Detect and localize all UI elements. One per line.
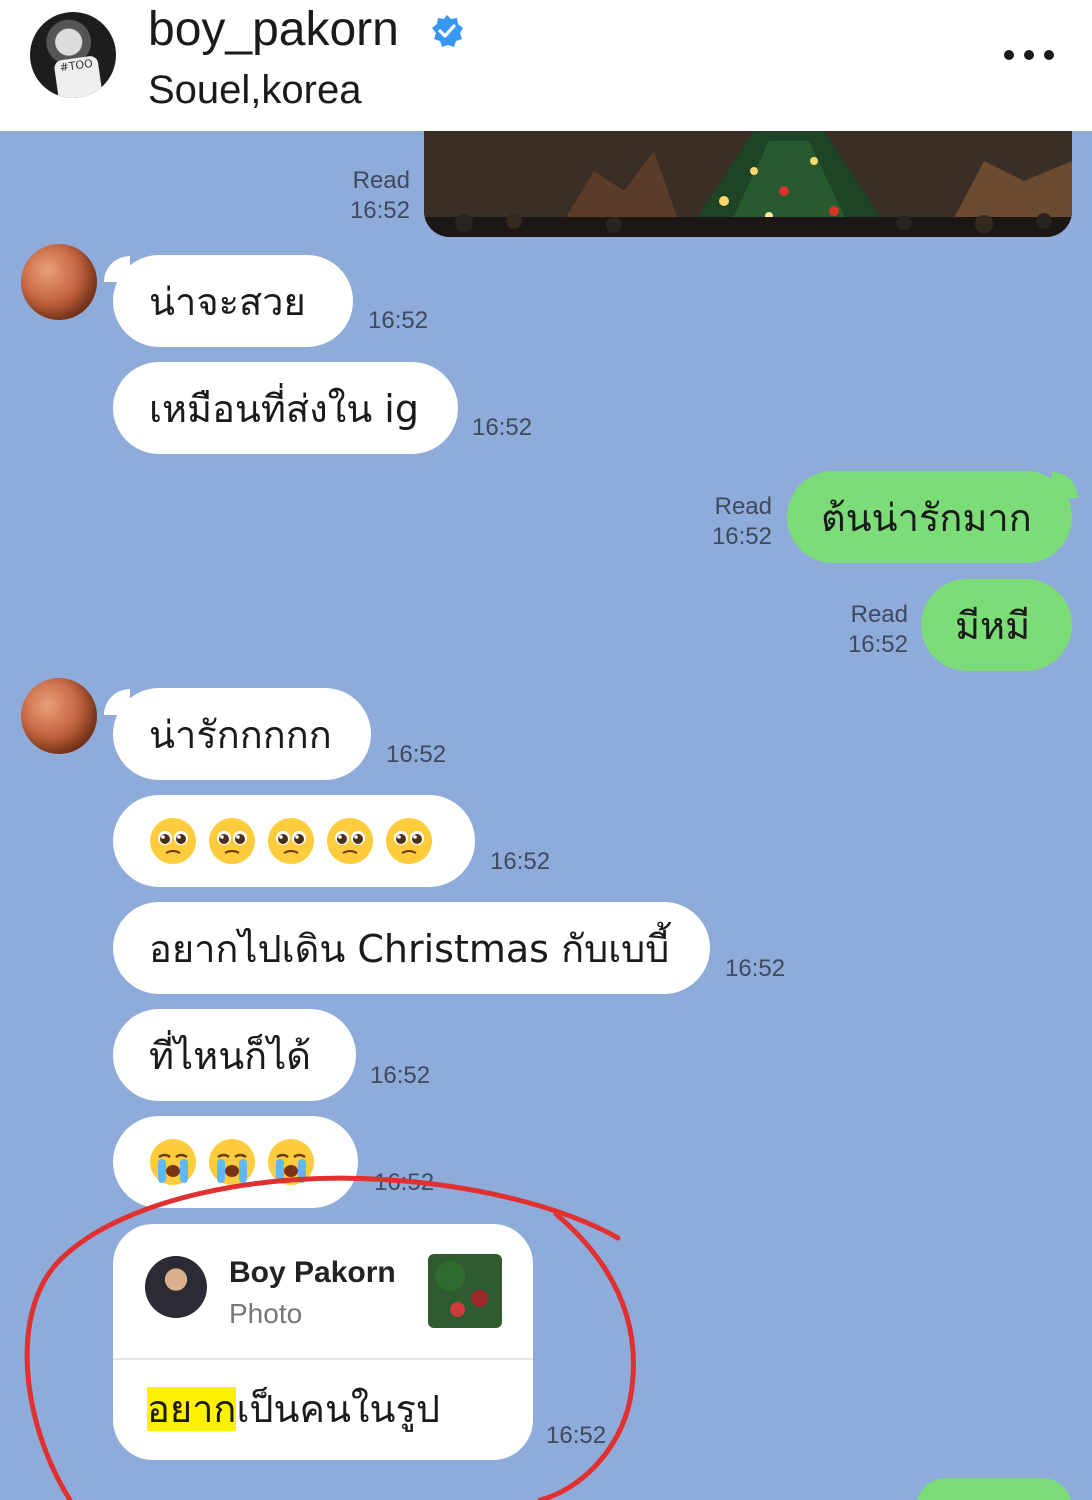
outgoing-message[interactable]: ต้นน่ารักมาก [787,471,1072,563]
message-text: เหมือนที่ส่งใน ig [149,386,419,431]
profile-location: Souel,korea [148,68,362,112]
chat-header: #TOO boy_pakorn Souel,korea [0,0,1092,131]
message-time: 16:52 [349,197,410,224]
avatar-shirt-text: #TOO [53,55,103,98]
incoming-message[interactable]: น่าจะสวย [113,255,353,347]
message-text: น่ารักกกกก [149,712,332,757]
message-time: 16:52 [368,307,429,334]
read-label: Read [352,167,410,194]
reply-message[interactable]: Boy Pakorn Photo อยากเป็นคนในรูป [113,1224,533,1460]
message-time: 16:52 [847,631,908,658]
highlighted-text: อยาก [147,1387,237,1431]
photo-message[interactable] [424,131,1072,237]
outgoing-message[interactable]: มีหมี [921,579,1072,671]
reply-divider [113,1358,533,1360]
reply-sender-name: Boy Pakorn [229,1256,396,1289]
message-text: ที่ไหนก็ได้ [149,1033,311,1078]
more-options-icon[interactable] [1004,50,1054,62]
message-time: 16:52 [386,741,447,768]
message-time: 16:52 [472,414,533,441]
incoming-message[interactable]: อยากไปเดิน Christmas กับเบบี้ [113,902,710,994]
reply-photo-thumbnail[interactable] [428,1254,502,1328]
message-text: น่าจะสวย [149,279,306,324]
message-time: 16:52 [725,955,786,982]
loudly-crying-face-icon [150,1139,196,1185]
loudly-crying-face-icon [268,1139,314,1185]
read-status: Read 16:52 [828,600,908,660]
pleading-face-icon [386,818,432,864]
contact-avatar[interactable] [21,244,97,320]
verified-badge-icon [432,15,463,47]
photo-read-status: Read 16:52 [330,166,410,226]
incoming-message[interactable]: เหมือนที่ส่งใน ig [113,362,458,454]
profile-avatar[interactable]: #TOO [30,12,116,98]
reply-avatar [145,1256,207,1318]
pleading-face-icon [209,818,255,864]
reply-subtitle: Photo [229,1298,303,1329]
message-text: มีหมี [955,603,1031,648]
incoming-message[interactable] [113,1116,358,1208]
message-time: 16:52 [490,848,551,875]
read-status: Read 16:52 [692,492,772,552]
outgoing-message[interactable] [916,1478,1072,1500]
loudly-crying-face-icon [209,1139,255,1185]
reply-text: อยากเป็นคนในรูป [147,1378,440,1439]
message-text: อยากไปเดิน Christmas กับเบบี้ [149,926,670,971]
message-time: 16:52 [546,1422,607,1449]
message-time: 16:52 [711,523,772,550]
reply-text-rest: เป็นคนในรูป [236,1387,440,1431]
chat-screen: #TOO boy_pakorn Souel,korea Read 16:52 น… [0,0,1092,1500]
contact-avatar[interactable] [21,678,97,754]
incoming-message[interactable]: ที่ไหนก็ได้ [113,1009,356,1101]
profile-username[interactable]: boy_pakorn [148,2,399,58]
pleading-face-icon [268,818,314,864]
message-time: 16:52 [370,1062,431,1089]
christmas-tree-photo-icon [424,131,1072,237]
pleading-face-icon [327,818,373,864]
message-text: ต้นน่ารักมาก [821,495,1032,540]
incoming-message[interactable]: น่ารักกกกก [113,688,371,780]
read-label: Read [850,601,908,628]
incoming-message[interactable] [113,795,475,887]
message-time: 16:52 [374,1169,435,1196]
read-label: Read [714,493,772,520]
pleading-face-icon [150,818,196,864]
